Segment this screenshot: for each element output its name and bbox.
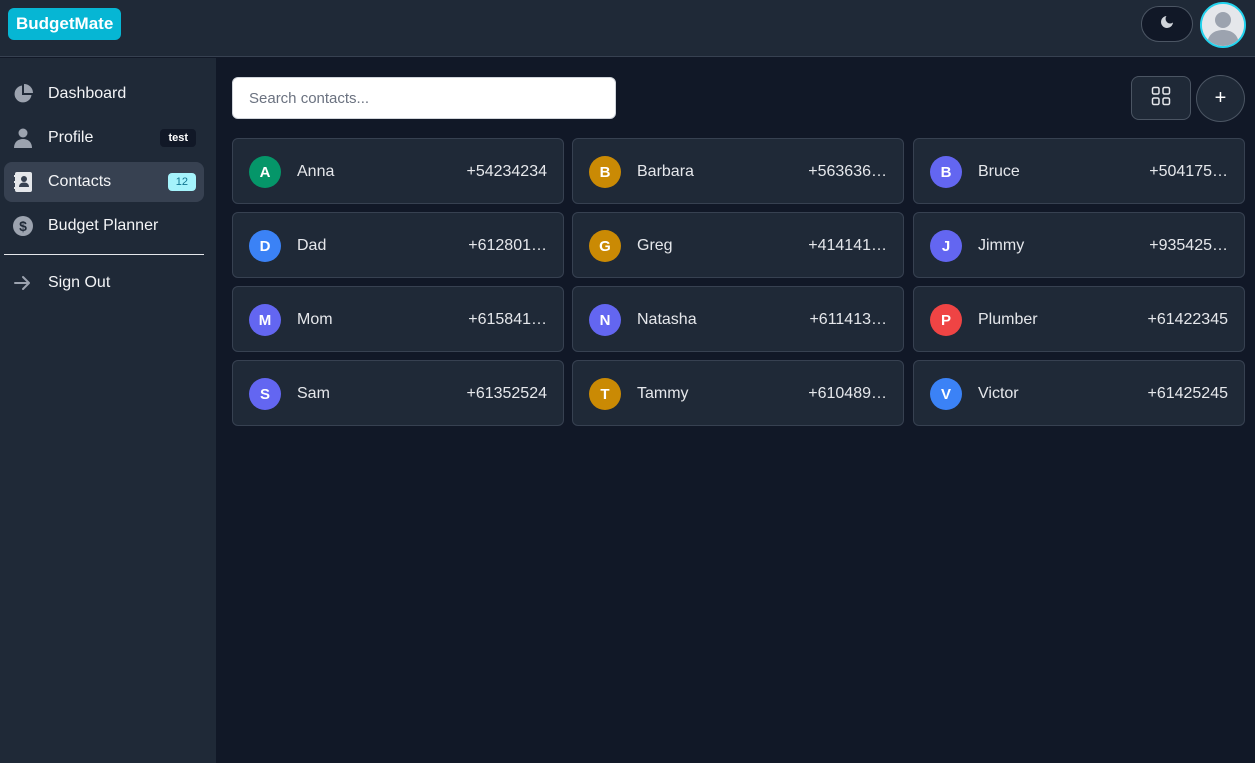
contact-phone: +610489… — [808, 385, 887, 402]
contact-name: Greg — [637, 237, 673, 254]
contact-card[interactable]: J Jimmy +935425… — [913, 212, 1245, 278]
contact-avatar: B — [930, 156, 962, 188]
contact-name: Bruce — [978, 163, 1020, 180]
user-avatar-icon — [1202, 4, 1244, 46]
contact-avatar: M — [249, 304, 281, 336]
sidebar-item-budget-planner[interactable]: $ Budget Planner — [4, 206, 204, 246]
dollar-circle-icon: $ — [13, 216, 33, 236]
contact-phone: +611413… — [809, 311, 887, 328]
contact-avatar: P — [930, 304, 962, 336]
add-contact-button[interactable]: + — [1196, 75, 1245, 122]
svg-text:$: $ — [19, 218, 27, 234]
sidebar-item-contacts[interactable]: Contacts 12 — [4, 162, 204, 202]
moon-icon — [1159, 14, 1175, 35]
contact-phone: +61422345 — [1147, 311, 1228, 328]
grid-view-icon — [1151, 86, 1171, 111]
address-book-icon — [13, 172, 33, 192]
contact-avatar: T — [589, 378, 621, 410]
contact-card[interactable]: T Tammy +610489… — [572, 360, 904, 426]
sidebar: Dashboard Profile test Contacts 12 $ Bud… — [0, 58, 216, 763]
top-bar: BudgetMate — [0, 0, 1255, 57]
contact-phone: +504175… — [1149, 163, 1228, 180]
contact-card[interactable]: A Anna +54234234 — [232, 138, 564, 204]
contact-avatar: D — [249, 230, 281, 262]
sidebar-item-label: Budget Planner — [48, 217, 159, 234]
contact-avatar: G — [589, 230, 621, 262]
contact-card[interactable]: M Mom +615841… — [232, 286, 564, 352]
sidebar-item-label: Sign Out — [48, 274, 111, 291]
sidebar-item-label: Dashboard — [48, 85, 127, 102]
contact-card[interactable]: G Greg +414141… — [572, 212, 904, 278]
sidebar-divider — [4, 254, 204, 255]
contact-name: Plumber — [978, 311, 1038, 328]
contact-name: Victor — [978, 385, 1019, 402]
contact-card[interactable]: B Bruce +504175… — [913, 138, 1245, 204]
contact-avatar: S — [249, 378, 281, 410]
contact-phone: +414141… — [808, 237, 887, 254]
contact-phone: +54234234 — [466, 163, 547, 180]
arrow-right-icon — [13, 273, 33, 293]
contact-card[interactable]: D Dad +612801… — [232, 212, 564, 278]
contact-card[interactable]: P Plumber +61422345 — [913, 286, 1245, 352]
sidebar-item-profile[interactable]: Profile test — [4, 118, 204, 158]
user-avatar-button[interactable] — [1200, 2, 1246, 48]
contact-phone: +61352524 — [466, 385, 547, 402]
profile-badge: test — [160, 129, 196, 147]
contact-card[interactable]: N Natasha +611413… — [572, 286, 904, 352]
sidebar-item-label: Contacts — [48, 173, 112, 190]
contact-name: Dad — [297, 237, 327, 254]
contact-card[interactable]: V Victor +61425245 — [913, 360, 1245, 426]
contact-avatar: V — [930, 378, 962, 410]
contact-phone: +615841… — [468, 311, 547, 328]
contact-name: Sam — [297, 385, 330, 402]
contact-avatar: N — [589, 304, 621, 336]
grid-view-button[interactable] — [1131, 76, 1191, 120]
contact-phone: +61425245 — [1147, 385, 1228, 402]
contact-name: Jimmy — [978, 237, 1025, 254]
contact-card[interactable]: B Barbara +563636… — [572, 138, 904, 204]
contact-name: Barbara — [637, 163, 694, 180]
contacts-count-badge: 12 — [167, 173, 196, 191]
contact-phone: +563636… — [808, 163, 887, 180]
theme-toggle-button[interactable] — [1141, 6, 1193, 42]
sidebar-item-sign-out[interactable]: Sign Out — [4, 263, 204, 303]
contact-name: Tammy — [637, 385, 689, 402]
contact-name: Anna — [297, 163, 335, 180]
contact-avatar: B — [589, 156, 621, 188]
pie-chart-icon — [13, 84, 33, 104]
user-icon — [13, 128, 33, 148]
contact-avatar: A — [249, 156, 281, 188]
search-input[interactable] — [232, 77, 616, 119]
contact-avatar: J — [930, 230, 962, 262]
contact-name: Natasha — [637, 311, 697, 328]
sidebar-item-label: Profile — [48, 129, 94, 146]
sidebar-item-dashboard[interactable]: Dashboard — [4, 74, 204, 114]
app-logo[interactable]: BudgetMate — [8, 8, 122, 40]
contact-phone: +612801… — [468, 237, 547, 254]
plus-icon: + — [1214, 87, 1227, 109]
contact-phone: +935425… — [1149, 237, 1228, 254]
contact-name: Mom — [297, 311, 333, 328]
contact-card[interactable]: S Sam +61352524 — [232, 360, 564, 426]
